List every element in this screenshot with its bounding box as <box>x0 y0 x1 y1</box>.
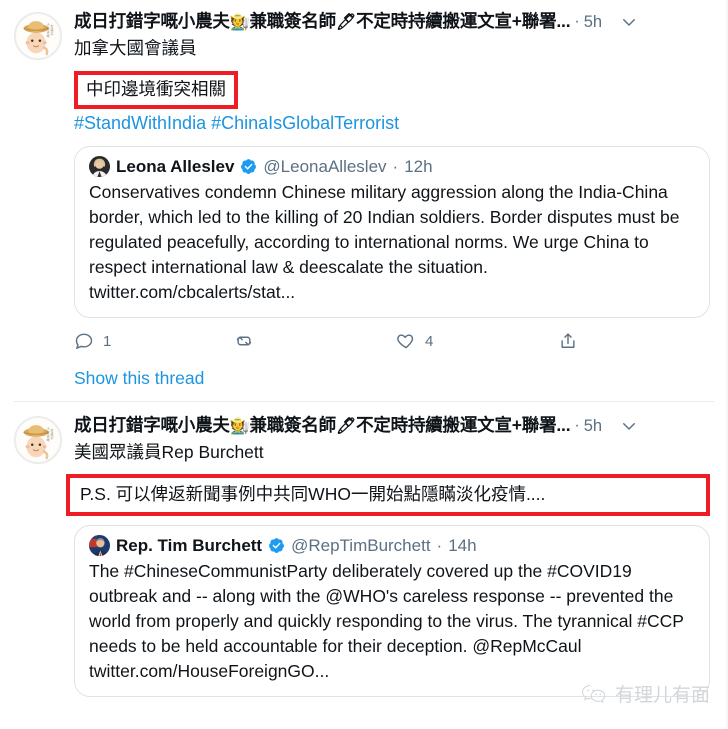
quoted-tweet-header: Leona Alleslev @LeonaAlleslev · 12h <box>89 156 695 177</box>
tweet-header-line: 成日打錯字嘅小農夫🧑‍🌾兼職簽名師🖊不定時持續搬運文宣+聯署... · 5h <box>74 414 710 438</box>
reply-icon <box>74 331 94 351</box>
quoted-tweet-text: Conservatives condemn Chinese military a… <box>89 182 680 302</box>
like-count: 4 <box>425 332 434 350</box>
author-name-part-3: 不定時持續搬運文宣+聯署... <box>356 415 571 435</box>
svg-text:嘅: 嘅 <box>47 33 50 38</box>
heart-icon <box>396 331 416 351</box>
tweet-header-line: 成日打錯字嘅小農夫🧑‍🌾兼職簽名師🖊不定時持續搬運文宣+聯署... · 5h <box>74 10 710 34</box>
avatar-column: 小農 夫嘅 打錯 字 <box>14 414 74 464</box>
author-name-part-2: 兼職簽名師 <box>249 11 336 31</box>
pen-emoji-icon: 🖊 <box>335 418 357 435</box>
quoted-timestamp: 14h <box>448 535 477 555</box>
wechat-logo-icon <box>581 683 607 705</box>
author-name-part-1: 成日打錯字嘅小農夫 <box>74 11 230 31</box>
author-display-name[interactable]: 成日打錯字嘅小農夫🧑‍🌾兼職簽名師🖊不定時持續搬運文宣+聯署... <box>74 414 570 438</box>
like-action[interactable]: 4 <box>396 331 558 351</box>
quoted-author-handle: @RepTimBurchett <box>291 535 431 555</box>
tweet-timestamp[interactable]: 5h <box>584 11 602 33</box>
quoted-tweet-card-2[interactable]: Rep. Tim Burchett @RepTimBurchett · 14h … <box>74 525 710 697</box>
tweet-body: 成日打錯字嘅小農夫🧑‍🌾兼職簽名師🖊不定時持續搬運文宣+聯署... · 5h 美… <box>66 414 714 697</box>
author-name-part-1: 成日打錯字嘅小農夫 <box>74 415 230 435</box>
quoted-meta-dot: · <box>392 156 399 176</box>
quoted-author-name: Leona Alleslev <box>116 156 235 176</box>
highlight-box-2: P.S. 可以俾返新聞事例中共同WHO一開始點隱瞞淡化疫情.... <box>66 474 710 516</box>
highlighted-text: 中印邊境衝突相關 <box>86 79 226 99</box>
tim-burchett-avatar[interactable] <box>89 535 110 556</box>
avatar-column: 小農 夫嘅 打錯 字 <box>14 10 74 60</box>
tweet-body: 成日打錯字嘅小農夫🧑‍🌾兼職簽名師🖊不定時持續搬運文宣+聯署... · 5h 加… <box>74 10 714 389</box>
quoted-tweet-card-1[interactable]: Leona Alleslev @LeonaAlleslev · 12h Cons… <box>74 146 710 318</box>
quoted-tweet-header: Rep. Tim Burchett @RepTimBurchett · 14h <box>89 535 695 556</box>
quoted-timestamp: 12h <box>404 156 433 176</box>
highlighted-text: P.S. 可以俾返新聞事例中共同WHO一開始點隱瞞淡化疫情.... <box>80 484 546 504</box>
quoted-meta-dot: · <box>436 535 443 555</box>
farmer-emoji-icon: 🧑‍🌾 <box>229 418 250 435</box>
watermark: 有理儿有面 <box>581 680 710 707</box>
tweet-subtitle: 加拿大國會議員 <box>74 38 197 58</box>
svg-text:字: 字 <box>50 435 53 440</box>
chevron-down-icon[interactable] <box>620 13 638 31</box>
svg-text:字: 字 <box>50 31 53 36</box>
chevron-down-icon[interactable] <box>620 417 638 435</box>
meta-separator-dot: · <box>574 13 580 30</box>
tweet-item-2[interactable]: 小農 夫嘅 打錯 字 成日打錯字嘅小農夫🧑‍🌾兼職簽名師🖊不定時持續搬運文宣+聯… <box>0 402 728 697</box>
svg-text:嘅: 嘅 <box>47 437 50 442</box>
screenshot-root: 小農 夫嘅 打錯 字 成日打錯字嘅小農夫🧑‍🌾兼職簽名師🖊不定時持續搬運文宣+聯… <box>0 0 728 729</box>
verified-badge-icon <box>268 537 285 554</box>
share-icon <box>558 331 578 351</box>
tweet-timestamp[interactable]: 5h <box>584 415 602 437</box>
quoted-author-name: Rep. Tim Burchett <box>116 535 263 555</box>
watermark-text: 有理儿有面 <box>614 684 710 706</box>
quoted-tweet-text: The #ChineseCommunistParty deliberately … <box>89 561 684 681</box>
pen-emoji-icon: 🖊 <box>335 14 357 31</box>
retweet-action[interactable] <box>234 331 396 351</box>
show-thread-link[interactable]: Show this thread <box>74 367 710 389</box>
author-display-name[interactable]: 成日打錯字嘅小農夫🧑‍🌾兼職簽名師🖊不定時持續搬運文宣+聯署... <box>74 10 570 34</box>
cartoon-farmer-avatar[interactable]: 小農 夫嘅 打錯 字 <box>14 416 62 464</box>
farmer-emoji-icon: 🧑‍🌾 <box>229 14 250 31</box>
verified-badge-icon <box>240 158 257 175</box>
share-action[interactable] <box>558 331 587 351</box>
reply-count: 1 <box>103 332 112 350</box>
author-name-part-2: 兼職簽名師 <box>249 415 336 435</box>
author-name-part-3: 不定時持續搬運文宣+聯署... <box>356 11 571 31</box>
highlight-box-1: 中印邊境衝突相關 <box>74 71 238 109</box>
meta-separator-dot: · <box>574 417 580 434</box>
hashtag-links[interactable]: #StandWithIndia #ChinaIsGlobalTerrorist <box>74 110 710 136</box>
tweet-subtitle: 美國眾議員Rep Burchett <box>74 442 264 462</box>
leona-alleslev-avatar[interactable] <box>89 156 110 177</box>
retweet-icon <box>234 331 254 351</box>
tweet-action-bar: 1 4 <box>74 331 710 351</box>
tweet-item-1[interactable]: 小農 夫嘅 打錯 字 成日打錯字嘅小農夫🧑‍🌾兼職簽名師🖊不定時持續搬運文宣+聯… <box>0 0 728 402</box>
cartoon-farmer-avatar[interactable]: 小農 夫嘅 打錯 字 <box>14 12 62 60</box>
quoted-author-handle: @LeonaAlleslev <box>263 156 387 176</box>
reply-action[interactable]: 1 <box>74 331 234 351</box>
